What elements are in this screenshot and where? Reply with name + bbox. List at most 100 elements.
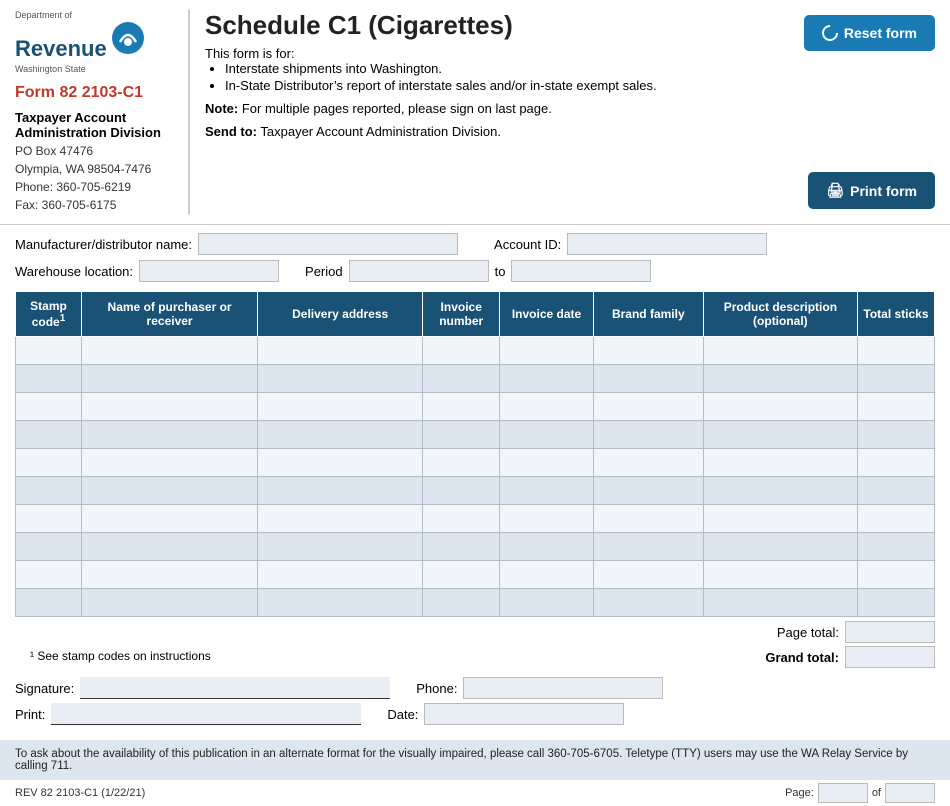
input-invoice_num[interactable] xyxy=(426,395,496,418)
input-purchaser[interactable] xyxy=(85,591,254,614)
input-total_sticks[interactable] xyxy=(861,423,931,446)
input-product_desc[interactable] xyxy=(707,591,854,614)
phone-input[interactable] xyxy=(463,677,663,699)
date-input[interactable] xyxy=(424,703,624,725)
input-product_desc[interactable] xyxy=(707,535,854,558)
input-invoice_date[interactable] xyxy=(503,339,590,362)
input-stamp_code[interactable] xyxy=(19,563,78,586)
page-of-input[interactable] xyxy=(885,783,935,803)
input-invoice_num[interactable] xyxy=(426,507,496,530)
input-invoice_num[interactable] xyxy=(426,367,496,390)
input-delivery[interactable] xyxy=(261,339,419,362)
signature-input[interactable] xyxy=(80,677,390,699)
input-invoice_date[interactable] xyxy=(503,367,590,390)
input-purchaser[interactable] xyxy=(85,451,254,474)
cell-delivery xyxy=(258,477,423,505)
input-delivery[interactable] xyxy=(261,591,419,614)
input-invoice_num[interactable] xyxy=(426,451,496,474)
input-product_desc[interactable] xyxy=(707,423,854,446)
page-total-input[interactable] xyxy=(845,621,935,643)
input-invoice_num[interactable] xyxy=(426,339,496,362)
input-delivery[interactable] xyxy=(261,507,419,530)
input-purchaser[interactable] xyxy=(85,423,254,446)
input-product_desc[interactable] xyxy=(707,451,854,474)
input-purchaser[interactable] xyxy=(85,367,254,390)
account-input[interactable] xyxy=(567,233,767,255)
input-invoice_num[interactable] xyxy=(426,591,496,614)
input-invoice_date[interactable] xyxy=(503,423,590,446)
input-stamp_code[interactable] xyxy=(19,423,78,446)
input-stamp_code[interactable] xyxy=(19,507,78,530)
input-delivery[interactable] xyxy=(261,367,419,390)
input-total_sticks[interactable] xyxy=(861,395,931,418)
input-product_desc[interactable] xyxy=(707,507,854,530)
input-invoice_num[interactable] xyxy=(426,479,496,502)
input-product_desc[interactable] xyxy=(707,339,854,362)
input-invoice_num[interactable] xyxy=(426,535,496,558)
input-purchaser[interactable] xyxy=(85,395,254,418)
input-product_desc[interactable] xyxy=(707,367,854,390)
input-total_sticks[interactable] xyxy=(861,451,931,474)
input-brand_family[interactable] xyxy=(597,479,700,502)
input-brand_family[interactable] xyxy=(597,535,700,558)
input-delivery[interactable] xyxy=(261,479,419,502)
input-total_sticks[interactable] xyxy=(861,479,931,502)
input-brand_family[interactable] xyxy=(597,367,700,390)
input-total_sticks[interactable] xyxy=(861,591,931,614)
input-brand_family[interactable] xyxy=(597,339,700,362)
input-total_sticks[interactable] xyxy=(861,339,931,362)
input-product_desc[interactable] xyxy=(707,395,854,418)
input-total_sticks[interactable] xyxy=(861,507,931,530)
input-stamp_code[interactable] xyxy=(19,367,78,390)
input-product_desc[interactable] xyxy=(707,563,854,586)
input-purchaser[interactable] xyxy=(85,339,254,362)
input-total_sticks[interactable] xyxy=(861,367,931,390)
input-purchaser[interactable] xyxy=(85,535,254,558)
input-invoice_date[interactable] xyxy=(503,451,590,474)
period-to-input[interactable] xyxy=(511,260,651,282)
send-to: Send to: Taxpayer Account Administration… xyxy=(205,124,775,139)
grand-total-input[interactable] xyxy=(845,646,935,668)
input-delivery[interactable] xyxy=(261,395,419,418)
input-invoice_num[interactable] xyxy=(426,563,496,586)
period-from-input[interactable] xyxy=(349,260,489,282)
input-total_sticks[interactable] xyxy=(861,563,931,586)
cell-invoice_date xyxy=(500,561,594,589)
cell-stamp_code xyxy=(16,421,82,449)
input-stamp_code[interactable] xyxy=(19,451,78,474)
mfr-input[interactable] xyxy=(198,233,458,255)
page-number-input[interactable] xyxy=(818,783,868,803)
input-invoice_date[interactable] xyxy=(503,479,590,502)
input-invoice_date[interactable] xyxy=(503,591,590,614)
input-stamp_code[interactable] xyxy=(19,591,78,614)
input-brand_family[interactable] xyxy=(597,395,700,418)
input-total_sticks[interactable] xyxy=(861,535,931,558)
reset-button[interactable]: Reset form xyxy=(804,15,935,51)
input-product_desc[interactable] xyxy=(707,479,854,502)
input-invoice_date[interactable] xyxy=(503,563,590,586)
input-stamp_code[interactable] xyxy=(19,395,78,418)
input-brand_family[interactable] xyxy=(597,423,700,446)
input-invoice_date[interactable] xyxy=(503,507,590,530)
input-brand_family[interactable] xyxy=(597,507,700,530)
input-stamp_code[interactable] xyxy=(19,339,78,362)
input-purchaser[interactable] xyxy=(85,563,254,586)
warehouse-input[interactable] xyxy=(139,260,279,282)
input-brand_family[interactable] xyxy=(597,563,700,586)
input-brand_family[interactable] xyxy=(597,451,700,474)
input-delivery[interactable] xyxy=(261,535,419,558)
input-invoice_date[interactable] xyxy=(503,535,590,558)
input-invoice_date[interactable] xyxy=(503,395,590,418)
table-row xyxy=(16,365,935,393)
input-delivery[interactable] xyxy=(261,451,419,474)
input-delivery[interactable] xyxy=(261,423,419,446)
input-stamp_code[interactable] xyxy=(19,535,78,558)
input-purchaser[interactable] xyxy=(85,479,254,502)
input-purchaser[interactable] xyxy=(85,507,254,530)
print-input[interactable] xyxy=(51,703,361,725)
input-invoice_num[interactable] xyxy=(426,423,496,446)
input-brand_family[interactable] xyxy=(597,591,700,614)
input-delivery[interactable] xyxy=(261,563,419,586)
print-button[interactable]: 🖨 Print form xyxy=(808,172,935,209)
input-stamp_code[interactable] xyxy=(19,479,78,502)
